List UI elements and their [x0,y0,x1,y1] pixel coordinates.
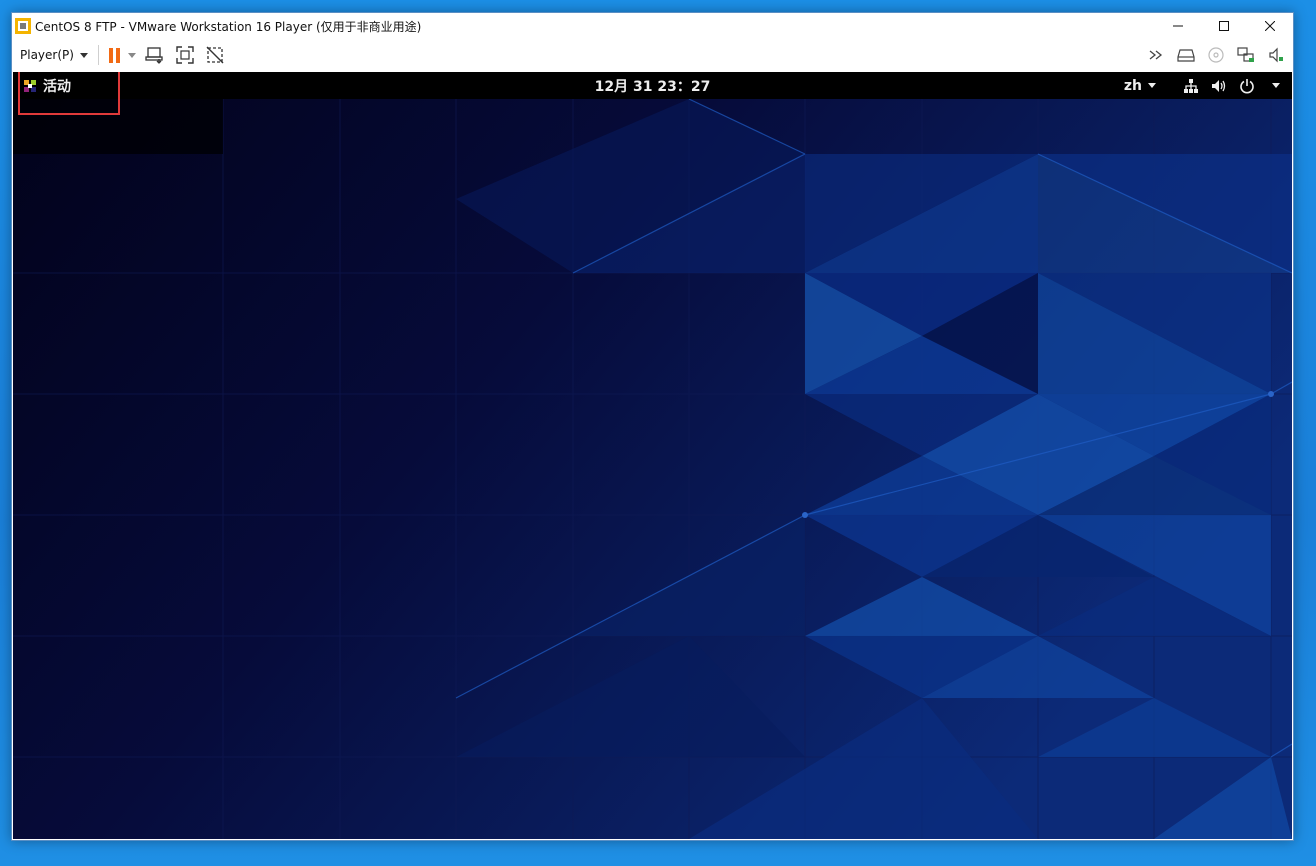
system-menu[interactable] [1182,77,1280,95]
chevron-down-icon [1148,83,1156,88]
close-icon [1265,21,1275,31]
more-icon [1149,50,1163,60]
send-ctrl-alt-del-button[interactable] [144,44,166,66]
fullscreen-button[interactable] [174,44,196,66]
date-time-menu[interactable]: 12月 31 23：27 [595,76,711,96]
clock-area: 12月 31 23：27 [13,72,1292,99]
send-ctrl-alt-del-icon [145,47,163,64]
language-label: zh [1123,77,1142,94]
player-menu-label: Player(P) [20,48,74,62]
hard-disk-button[interactable] [1175,44,1197,66]
minimize-button[interactable] [1155,13,1201,39]
window-title: CentOS 8 FTP - VMware Workstation 16 Pla… [35,19,422,34]
sound-card-button[interactable] [1265,44,1287,66]
input-method-menu[interactable]: zh [1124,78,1156,94]
network-wired-icon [1182,77,1200,95]
cd-dvd-icon [1208,47,1224,63]
hard-disk-icon [1177,49,1195,62]
maximize-icon [1219,21,1229,31]
toolbar-divider [97,45,99,65]
network-adapter-button[interactable] [1235,44,1257,66]
minimize-icon [1173,25,1183,27]
vmware-player-window: CentOS 8 FTP - VMware Workstation 16 Pla… [11,12,1294,841]
more-devices-button[interactable] [1145,44,1167,66]
guest-screen[interactable]: 活动 12月 31 23：27 zh [13,72,1292,839]
desktop-wallpaper [13,72,1292,839]
pause-icon [108,47,120,63]
player-toolbar: Player(P) [12,39,1293,71]
fullscreen-icon [176,46,194,64]
volume-icon [1210,77,1228,95]
maximize-button[interactable] [1201,13,1247,39]
cd-dvd-button[interactable] [1205,44,1227,66]
chevron-down-icon [1272,83,1280,88]
unity-icon [206,46,224,64]
close-button[interactable] [1247,13,1293,39]
player-menu-button[interactable]: Player(P) [20,44,88,66]
title-bar[interactable]: CentOS 8 FTP - VMware Workstation 16 Pla… [12,13,1293,39]
chevron-down-icon [127,52,136,58]
power-icon [1238,77,1256,95]
sound-card-icon [1269,47,1283,63]
pause-button[interactable] [108,44,136,66]
chevron-down-icon [79,52,88,58]
unity-button[interactable] [204,44,226,66]
network-adapter-icon [1237,47,1254,62]
vmware-app-icon [15,18,31,34]
gnome-top-bar: 活动 12月 31 23：27 zh [13,72,1292,99]
system-tray: zh [1124,72,1292,99]
